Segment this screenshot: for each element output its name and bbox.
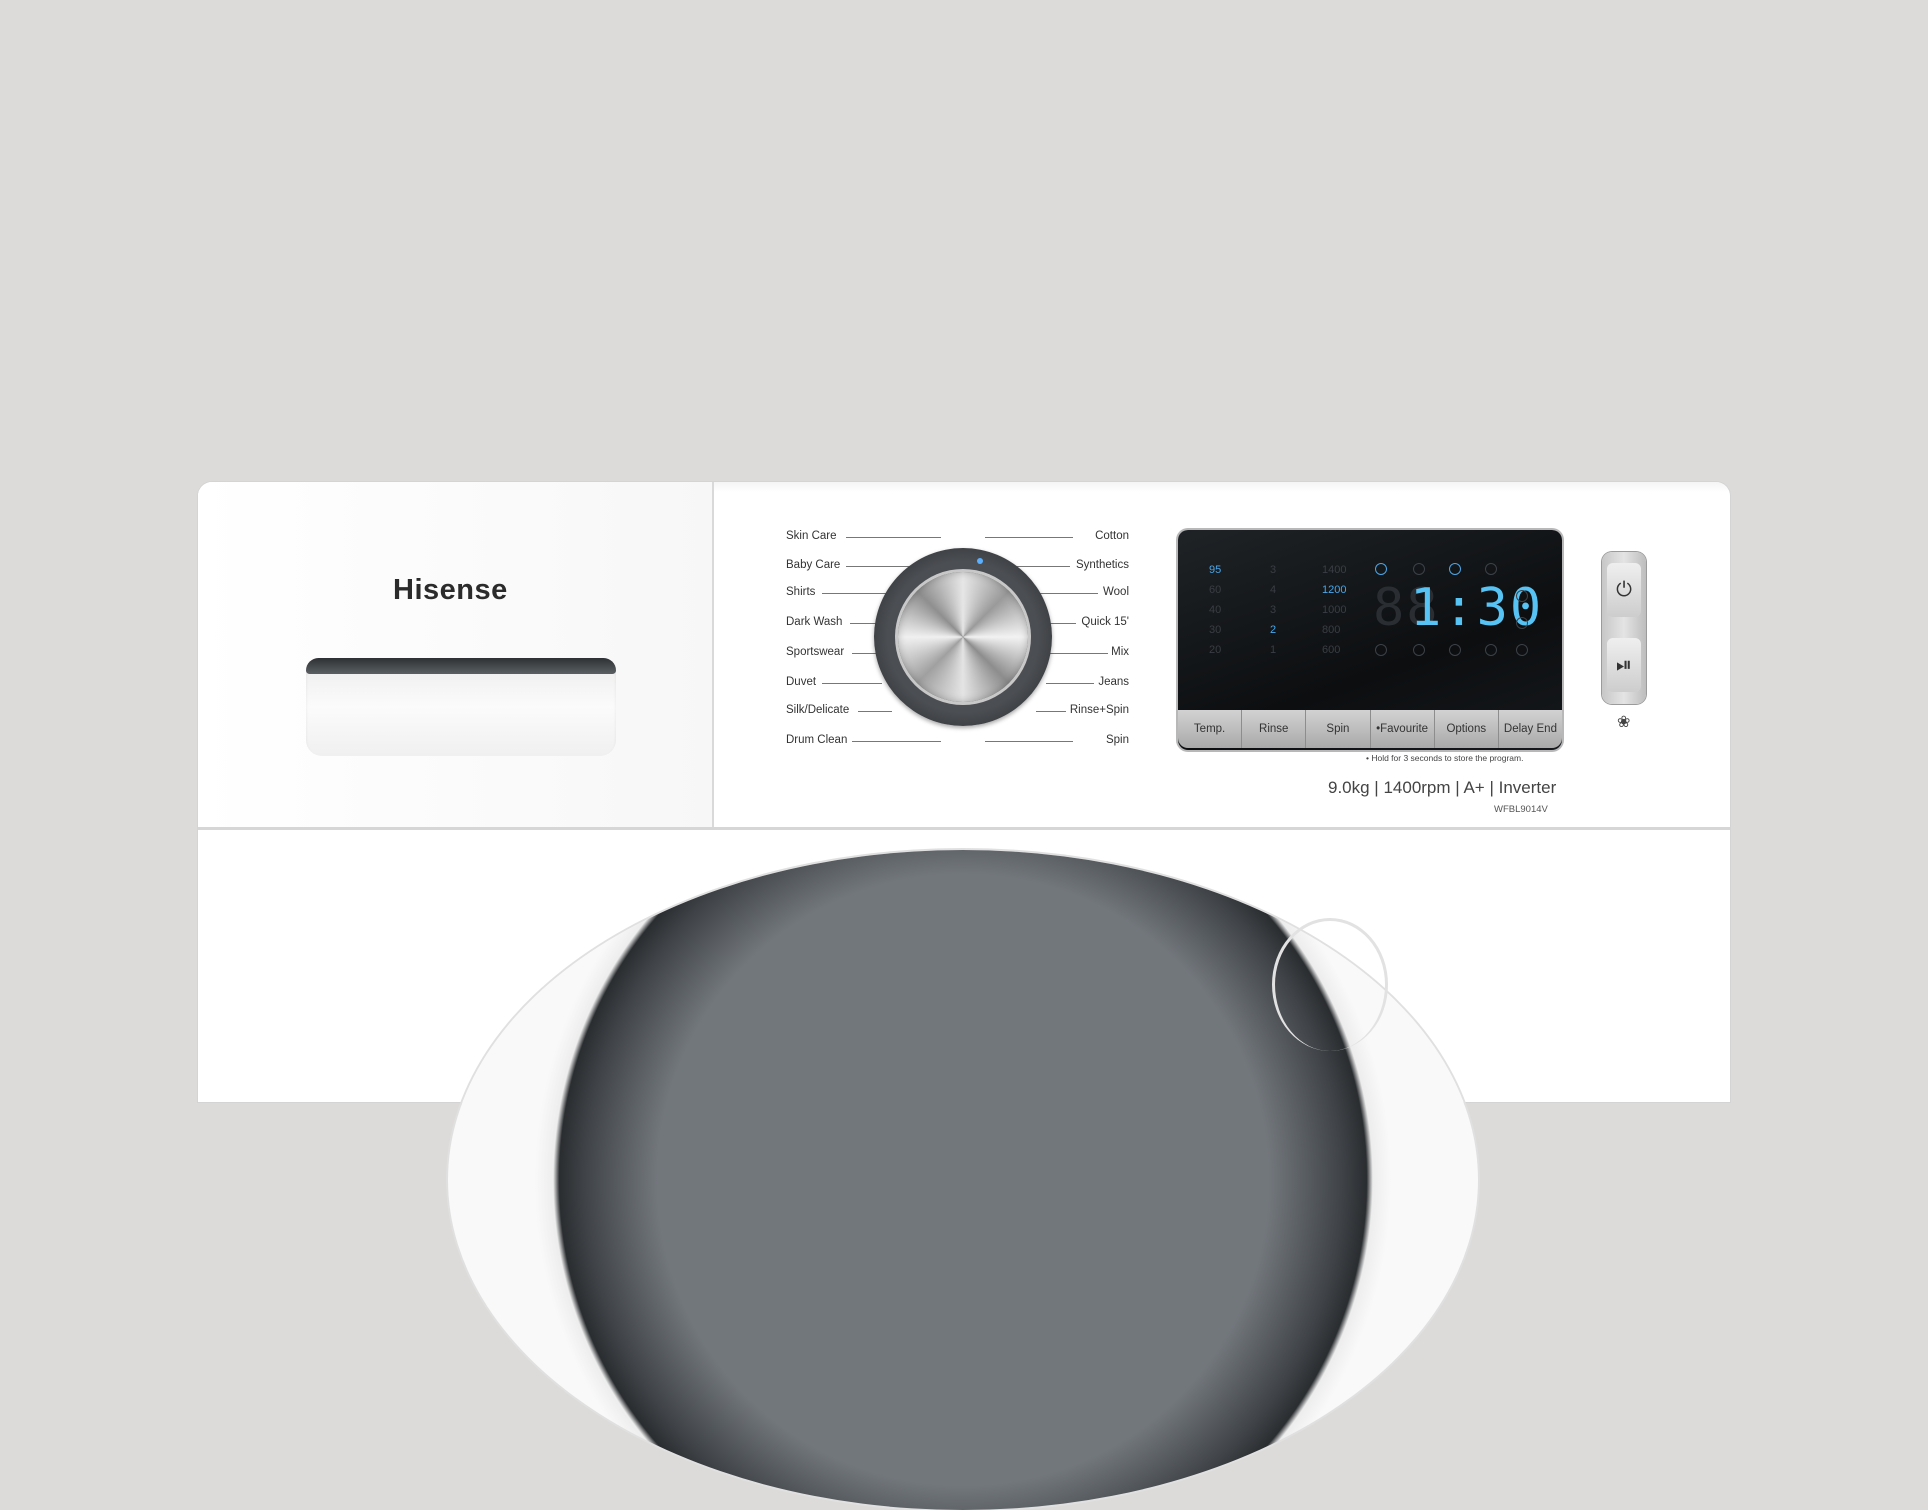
rinse-level: 1 — [1270, 644, 1277, 656]
program-duvet: Duvet — [786, 676, 817, 688]
leader-line — [846, 537, 941, 538]
rinse-button[interactable]: Rinse — [1242, 710, 1307, 748]
remaining-time: 1:30 — [1410, 578, 1544, 638]
temp-20: 20 — [1209, 644, 1222, 656]
door-handle[interactable] — [1272, 918, 1388, 1051]
stain-icon — [1413, 644, 1425, 656]
lock-icon — [1516, 590, 1528, 602]
program-skin-care: Skin Care — [786, 530, 837, 542]
rinse-level: 2 — [1270, 624, 1277, 636]
program-dark-wash: Dark Wash — [786, 616, 843, 628]
rinse-level: 4 — [1270, 584, 1277, 596]
status-icon — [1413, 563, 1425, 575]
program-wool: Wool — [1103, 586, 1129, 598]
hold-note: • Hold for 3 seconds to store the progra… — [1366, 753, 1524, 763]
rinse-plus-icon — [1449, 644, 1461, 656]
program-shirts: Shirts — [786, 586, 816, 598]
spin-speed: 1000 — [1322, 604, 1347, 616]
play-pause-icon: ⏯ — [1616, 653, 1632, 676]
leader-line — [1036, 711, 1066, 712]
spin-speed: 800 — [1322, 624, 1341, 636]
favourite-button[interactable]: •Favourite — [1371, 710, 1435, 748]
spin-speed: 600 — [1322, 644, 1341, 656]
program-jeans: Jeans — [1098, 676, 1129, 688]
power-button[interactable]: ⏻ — [1607, 563, 1641, 617]
panel-divider — [198, 827, 1730, 830]
leader-line — [1036, 593, 1098, 594]
program-sportswear: Sportswear — [786, 646, 845, 658]
iron-icon — [1485, 644, 1497, 656]
leader-line — [1046, 683, 1094, 684]
steam-icon — [1375, 644, 1387, 656]
leader-line — [846, 566, 914, 567]
program-baby-care: Baby Care — [786, 559, 841, 571]
brand-logo: Hisense — [393, 574, 508, 606]
tshirt-lock-icon: ❀ — [1617, 714, 1631, 731]
spin-speed: 1200 — [1322, 584, 1347, 596]
leader-line — [822, 593, 892, 594]
program-mix: Mix — [1111, 646, 1129, 658]
program-dial[interactable] — [898, 572, 1028, 702]
temp-button[interactable]: Temp. — [1178, 710, 1243, 748]
program-drum-clean: Drum Clean — [786, 734, 848, 746]
program-quick-15: Quick 15' — [1081, 616, 1129, 628]
temp-60: 60 — [1209, 584, 1222, 596]
spin-button[interactable]: Spin — [1306, 710, 1371, 748]
spec-line: 9.0kg | 1400rpm | A+ | Inverter — [1328, 778, 1557, 797]
clock-icon — [1516, 617, 1528, 629]
rinse-level: 3 — [1270, 564, 1277, 576]
detergent-drawer[interactable]: Hisense — [198, 482, 714, 827]
leader-line — [985, 741, 1073, 742]
program-rinse-spin: Rinse+Spin — [1069, 704, 1129, 716]
delay-end-button[interactable]: Delay End — [1499, 710, 1562, 748]
program-cotton: Cotton — [1095, 530, 1129, 542]
wash-icon — [1449, 563, 1461, 575]
program-silk-delicate: Silk/Delicate — [786, 704, 850, 716]
model-number: WFBL9014V — [1494, 804, 1548, 815]
temp-40: 40 — [1209, 604, 1222, 616]
program-spin: Spin — [1105, 734, 1129, 746]
start-pause-button[interactable]: ⏯ — [1607, 638, 1641, 692]
spin-speed: 1400 — [1322, 564, 1347, 576]
leader-line — [822, 683, 882, 684]
temp-30: 30 — [1209, 624, 1222, 636]
leader-line — [852, 741, 941, 742]
power-icon: ⏻ — [1616, 578, 1632, 601]
leader-line — [985, 537, 1073, 538]
program-synthetics: Synthetics — [1075, 559, 1129, 571]
temp-95: 95 — [1209, 564, 1222, 576]
timer-icon — [1516, 644, 1528, 656]
prewash-icon — [1375, 563, 1387, 575]
leader-line — [852, 653, 876, 654]
rinse-level: 3 — [1270, 604, 1277, 616]
sun-icon — [1485, 563, 1497, 575]
options-button[interactable]: Options — [1435, 710, 1499, 748]
drawer-handle-lip — [306, 658, 616, 674]
leader-line — [858, 711, 892, 712]
leader-line — [1050, 653, 1108, 654]
dial-indicator-light — [977, 558, 983, 564]
function-button-row: Temp. Rinse Spin •Favourite Options Dela… — [1178, 710, 1562, 748]
